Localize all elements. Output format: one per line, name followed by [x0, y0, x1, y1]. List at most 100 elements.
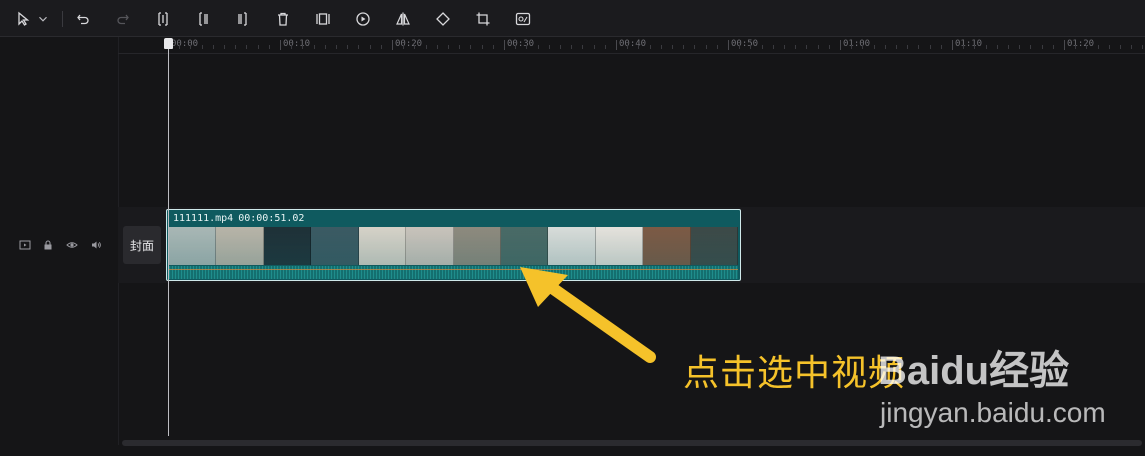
ruler-minor-tick	[1052, 45, 1054, 49]
ruler-minor-tick	[1097, 45, 1099, 49]
ruler-minor-tick	[739, 45, 741, 49]
toolbar-divider	[62, 11, 63, 27]
ruler-minor-tick	[862, 45, 864, 49]
ruler-major-tick	[952, 40, 953, 50]
clip-duration: 00:00:51.02	[238, 212, 305, 224]
ruler-minor-tick	[358, 45, 360, 49]
ruler-minor-tick	[336, 45, 337, 49]
clip-thumbnail	[311, 227, 359, 265]
redo-icon[interactable]	[113, 9, 133, 29]
select-arrow-icon[interactable]	[14, 9, 34, 29]
ruler-minor-tick	[369, 45, 371, 49]
ruler-minor-tick	[537, 45, 539, 49]
ruler-label: 01:10	[955, 39, 983, 49]
ruler-minor-tick	[1075, 45, 1077, 49]
rotate-icon[interactable]	[433, 9, 453, 29]
ruler-major-tick	[280, 40, 281, 50]
ruler-minor-tick	[1008, 45, 1009, 49]
ruler-minor-tick	[683, 45, 685, 49]
ruler-minor-tick	[425, 45, 427, 49]
lock-icon[interactable]	[41, 238, 55, 252]
ruler-minor-tick	[828, 45, 830, 49]
ruler-minor-tick	[1086, 45, 1088, 49]
ruler-minor-tick	[716, 45, 718, 49]
ruler-minor-tick	[985, 45, 987, 49]
ruler-minor-tick	[1142, 45, 1144, 49]
split-right-icon[interactable]	[233, 9, 253, 29]
playhead-handle[interactable]	[164, 38, 173, 49]
ruler-minor-tick	[324, 45, 326, 49]
ruler-minor-tick	[1041, 45, 1043, 49]
baidu-watermark-logo: Baidu经验	[878, 349, 1070, 393]
annotation-text: 点击选中视频	[683, 353, 906, 394]
clip-filename: 111111.mp4	[173, 212, 234, 224]
ruler-minor-tick	[190, 45, 192, 49]
ruler-minor-tick	[347, 45, 349, 49]
ruler-minor-tick	[246, 45, 248, 49]
ruler-minor-tick	[515, 45, 517, 49]
ruler-minor-tick	[996, 45, 998, 49]
ruler-minor-tick	[705, 45, 707, 49]
ruler-label: 00:50	[731, 39, 759, 49]
ruler-minor-tick	[1019, 45, 1021, 49]
ruler-minor-tick	[795, 45, 797, 49]
ruler-major-tick	[1064, 40, 1065, 50]
ruler-label: 00:00	[171, 39, 199, 49]
ruler-label: 00:30	[507, 39, 535, 49]
split-icon[interactable]	[153, 9, 173, 29]
ruler-minor-tick	[201, 45, 203, 49]
editor-toolbar	[0, 0, 1145, 37]
ruler-minor-tick	[459, 45, 461, 49]
ruler-minor-tick	[526, 45, 528, 49]
clip-thumbnail	[690, 227, 739, 265]
ruler-major-tick	[616, 40, 617, 50]
ruler-minor-tick	[291, 45, 293, 49]
volume-icon[interactable]	[89, 238, 103, 252]
ruler-minor-tick	[470, 45, 472, 49]
playhead-line	[168, 46, 169, 436]
ruler-major-tick	[392, 40, 393, 50]
ruler-major-tick	[504, 40, 505, 50]
ruler-minor-tick	[963, 45, 965, 49]
ruler-minor-tick	[672, 45, 673, 49]
cover-button[interactable]: 封面	[123, 226, 161, 264]
undo-icon[interactable]	[73, 9, 93, 29]
reverse-play-icon[interactable]	[353, 9, 373, 29]
ruler-major-tick	[728, 40, 729, 50]
ruler-minor-tick	[772, 45, 774, 49]
ruler-minor-tick	[694, 45, 696, 49]
smart-cutout-icon[interactable]	[513, 9, 533, 29]
ruler-minor-tick	[582, 45, 584, 49]
ruler-label: 00:20	[395, 39, 423, 49]
ruler-minor-tick	[638, 45, 640, 49]
horizontal-scrollbar[interactable]	[122, 440, 1142, 446]
clip-thumbnail	[453, 227, 501, 265]
clip-thumbnail	[263, 227, 312, 265]
delete-icon[interactable]	[273, 9, 293, 29]
mirror-icon[interactable]	[393, 9, 413, 29]
ruler-minor-tick	[571, 45, 573, 49]
video-track-icon[interactable]	[18, 238, 32, 252]
ruler-minor-tick	[974, 45, 976, 49]
ruler-minor-tick	[750, 45, 752, 49]
ruler-minor-tick	[224, 45, 225, 49]
baidu-watermark-url: jingyan.baidu.com	[880, 397, 1106, 428]
clip-thumbnail	[216, 227, 264, 265]
ruler-minor-tick	[414, 45, 416, 49]
ruler-minor-tick	[548, 45, 550, 49]
eye-icon[interactable]	[65, 238, 79, 252]
ruler-minor-tick	[593, 45, 595, 49]
timeline-ruler[interactable]: 00:00 00:10 00:20 00:30 00:40 00:50 01:0…	[118, 37, 1145, 54]
chevron-down-icon[interactable]	[36, 9, 50, 29]
ruler-minor-tick	[212, 45, 214, 49]
crop-icon[interactable]	[473, 9, 493, 29]
freeze-frame-icon[interactable]	[313, 9, 333, 29]
ruler-minor-tick	[907, 45, 909, 49]
ruler-minor-tick	[627, 45, 629, 49]
split-left-icon[interactable]	[193, 9, 213, 29]
ruler-label: 00:10	[283, 39, 311, 49]
ruler-minor-tick	[268, 45, 270, 49]
ruler-minor-tick	[604, 45, 606, 49]
ruler-minor-tick	[302, 45, 304, 49]
ruler-label: 01:00	[843, 39, 871, 49]
